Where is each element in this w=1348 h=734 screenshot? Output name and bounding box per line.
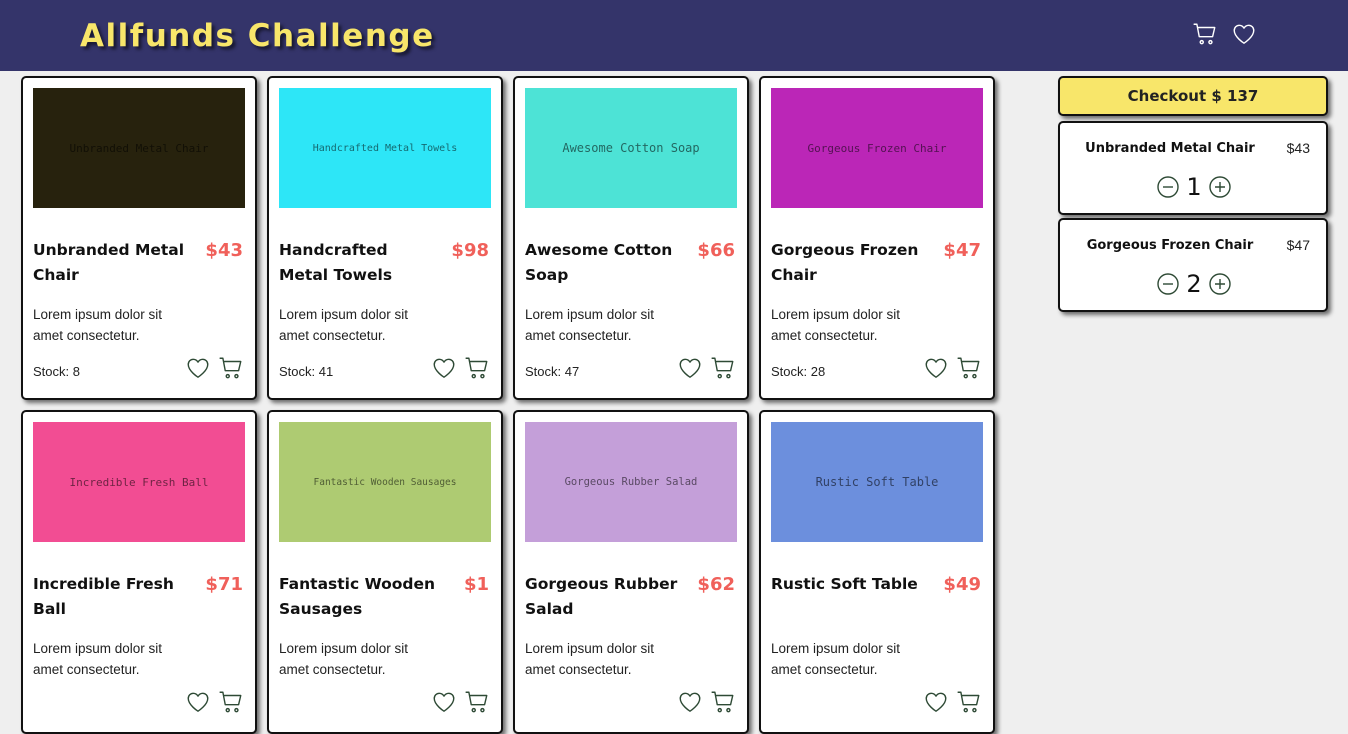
product-image: Gorgeous Rubber Salad — [525, 422, 737, 542]
product-price: $49 — [943, 574, 981, 595]
product-card: Handcrafted Metal Towels Handcrafted Meta… — [267, 76, 503, 400]
product-stock: Stock: 8 — [33, 364, 80, 379]
product-stock: Stock: 28 — [771, 364, 826, 379]
product-image: Gorgeous Frozen Chair — [771, 88, 983, 208]
header-heart-icon[interactable] — [1231, 21, 1257, 47]
product-description: Lorem ipsum dolor sit amet consectetur. — [525, 307, 655, 343]
favorite-heart-icon[interactable] — [185, 355, 211, 381]
product-price: $47 — [943, 240, 981, 261]
favorite-heart-icon[interactable] — [431, 355, 457, 381]
product-card: Fantastic Wooden Sausages Fantastic Woode… — [267, 410, 503, 734]
product-card: Unbranded Metal Chair Unbranded Metal Cha… — [21, 76, 257, 400]
cart-item-price: $47 — [1286, 237, 1310, 253]
product-name: Gorgeous Rubber Salad — [525, 575, 678, 618]
add-to-cart-icon[interactable] — [956, 355, 982, 381]
product-price: $1 — [463, 574, 489, 595]
product-description: Lorem ipsum dolor sit amet consectetur. — [33, 307, 163, 343]
product-name: Incredible Fresh Ball — [33, 575, 174, 618]
product-image: Handcrafted Metal Towels — [279, 88, 491, 208]
product-image-label: Unbranded Metal Chair — [69, 141, 209, 155]
product-stock: Stock: 47 — [525, 364, 580, 379]
product-card: Gorgeous Frozen Chair Gorgeous Frozen Cha… — [759, 76, 995, 400]
minus-circle-icon[interactable] — [1156, 272, 1180, 296]
add-to-cart-icon[interactable] — [464, 689, 490, 715]
favorite-heart-icon[interactable] — [923, 355, 949, 381]
product-description: Lorem ipsum dolor sit amet consectetur. — [771, 307, 901, 343]
top-header: Allfunds Challenge — [0, 0, 1348, 71]
product-card: Incredible Fresh Ball Incredible Fresh Ba… — [21, 410, 257, 734]
favorite-heart-icon[interactable] — [677, 355, 703, 381]
product-image-label: Gorgeous Frozen Chair — [807, 141, 947, 155]
quantity-stepper: 1 — [1156, 173, 1232, 201]
cart-item-price: $43 — [1286, 140, 1310, 156]
product-image: Unbranded Metal Chair — [33, 88, 245, 208]
product-image-label: Gorgeous Rubber Salad — [564, 476, 698, 488]
add-to-cart-icon[interactable] — [218, 355, 244, 381]
product-image-label: Incredible Fresh Ball — [69, 475, 209, 489]
quantity-value: 1 — [1186, 173, 1202, 201]
product-image-label: Fantastic Wooden Sausages — [313, 476, 457, 488]
quantity-stepper: 2 — [1156, 270, 1232, 298]
add-to-cart-icon[interactable] — [956, 689, 982, 715]
product-description: Lorem ipsum dolor sit amet consectetur. — [33, 641, 163, 677]
product-image-label: Handcrafted Metal Towels — [312, 142, 458, 154]
add-to-cart-icon[interactable] — [464, 355, 490, 381]
product-card: Gorgeous Rubber Salad Gorgeous Rubber Sal… — [513, 410, 749, 734]
product-image: Rustic Soft Table — [771, 422, 983, 542]
product-stock: Stock: 41 — [279, 364, 334, 379]
add-to-cart-icon[interactable] — [710, 355, 736, 381]
product-image: Awesome Cotton Soap — [525, 88, 737, 208]
product-price: $71 — [205, 574, 243, 595]
product-image: Incredible Fresh Ball — [33, 422, 245, 542]
product-name: Awesome Cotton Soap — [525, 241, 673, 284]
product-name: Rustic Soft Table — [771, 575, 918, 593]
product-card: Awesome Cotton Soap Awesome Cotton Soap $6… — [513, 76, 749, 400]
add-to-cart-icon[interactable] — [710, 689, 736, 715]
product-price: $43 — [205, 240, 243, 261]
product-description: Lorem ipsum dolor sit amet consectetur. — [525, 641, 655, 677]
product-description: Lorem ipsum dolor sit amet consectetur. — [279, 307, 409, 343]
product-name: Fantastic Wooden Sausages — [279, 575, 436, 618]
favorite-heart-icon[interactable] — [431, 689, 457, 715]
product-price: $66 — [697, 240, 735, 261]
product-description: Lorem ipsum dolor sit amet consectetur. — [279, 641, 409, 677]
cart-item-name: Gorgeous Frozen Chair — [1086, 238, 1254, 253]
favorite-heart-icon[interactable] — [923, 689, 949, 715]
product-price: $98 — [451, 240, 489, 261]
product-card: Rustic Soft Table Rustic Soft Table $49 Lor… — [759, 410, 995, 734]
product-price: $62 — [697, 574, 735, 595]
favorite-heart-icon[interactable] — [677, 689, 703, 715]
plus-circle-icon[interactable] — [1208, 272, 1232, 296]
plus-circle-icon[interactable] — [1208, 175, 1232, 199]
product-image-label: Rustic Soft Table — [815, 475, 939, 489]
product-name: Unbranded Metal Chair — [33, 241, 185, 284]
product-image-label: Awesome Cotton Soap — [562, 141, 700, 155]
header-cart-icon[interactable] — [1192, 21, 1218, 47]
product-image: Fantastic Wooden Sausages — [279, 422, 491, 542]
product-name: Gorgeous Frozen Chair — [771, 241, 919, 284]
product-description: Lorem ipsum dolor sit amet consectetur. — [771, 641, 901, 677]
add-to-cart-icon[interactable] — [218, 689, 244, 715]
cart-item: Gorgeous Frozen Chair $47 2 — [1058, 218, 1328, 312]
cart-item: Unbranded Metal Chair $43 1 — [1058, 121, 1328, 215]
checkout-button[interactable]: Checkout $ 137 — [1058, 76, 1328, 116]
app-title: Allfunds Challenge — [80, 18, 435, 54]
cart-item-name: Unbranded Metal Chair — [1085, 141, 1255, 156]
favorite-heart-icon[interactable] — [185, 689, 211, 715]
minus-circle-icon[interactable] — [1156, 175, 1180, 199]
quantity-value: 2 — [1186, 270, 1202, 298]
product-name: Handcrafted Metal Towels — [279, 241, 393, 284]
